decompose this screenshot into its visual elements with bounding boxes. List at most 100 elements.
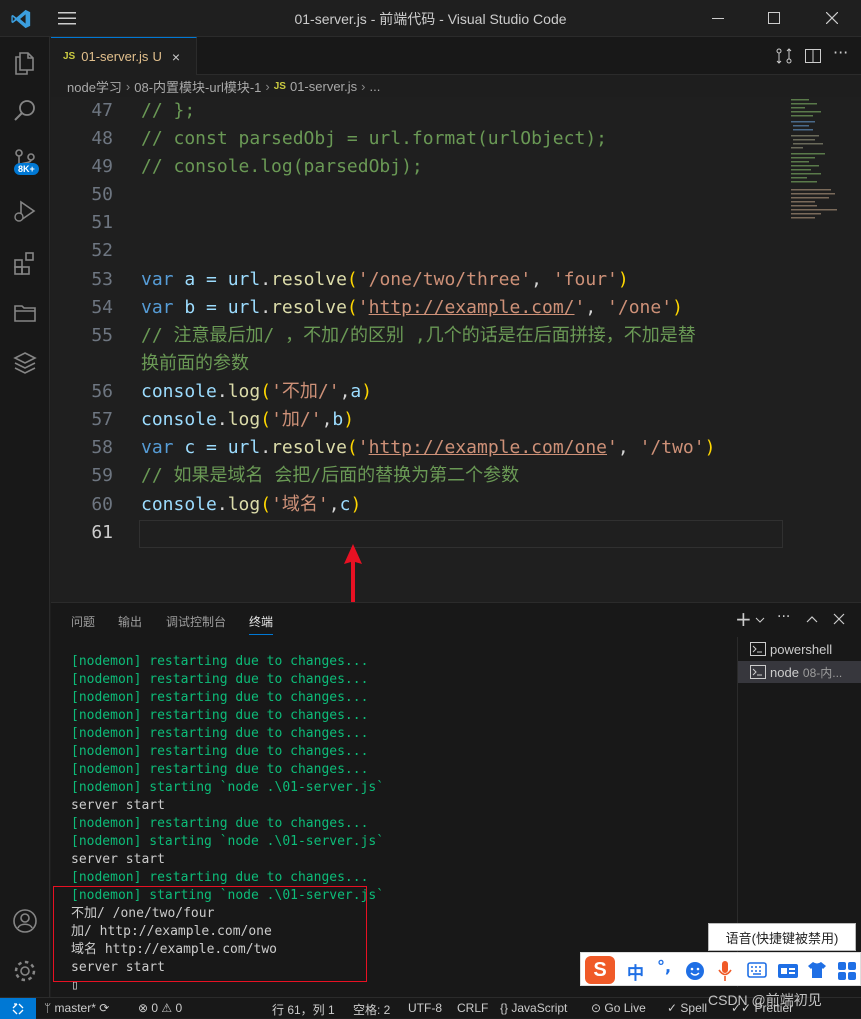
apps-grid-icon[interactable] [837,961,857,981]
emoji-icon[interactable] [685,961,705,981]
code-text: // }; [141,100,196,121]
token: log [227,381,261,402]
tab-debug-console[interactable]: 调试控制台 [166,613,226,630]
run-debug-button[interactable] [0,187,50,235]
token: log [227,409,261,430]
sync-icon: ⟳ [95,1001,110,1015]
token: . [260,297,272,318]
more-actions-icon[interactable]: ··· [777,609,790,625]
remote-button[interactable] [0,998,36,1019]
token: , [617,437,640,458]
close-window-button[interactable] [809,4,855,32]
toolbox-icon[interactable] [777,961,799,979]
project-manager-button[interactable] [0,289,50,337]
line-number: 49 [91,156,113,177]
tab-01-server-js[interactable]: JS 01-server.js U × [51,37,197,75]
problems-button[interactable]: ⊗ 0 ⚠ 0 [138,1001,182,1015]
indentation[interactable]: 空格: 2 [353,1001,390,1018]
link-token[interactable]: http://example.com/one [369,437,607,458]
token: b = [173,297,228,318]
encoding[interactable]: UTF-8 [408,1001,442,1015]
explorer-button[interactable] [0,39,50,87]
minimap[interactable] [789,97,844,227]
source-control-button[interactable]: 8K+ [0,137,50,185]
token: ) [350,494,362,515]
code-editor[interactable]: 47 // }; 48 // const parsedObj = url.forma… [51,97,861,602]
terminal-name: node [770,664,799,680]
minimize-button[interactable] [695,4,741,32]
close-panel-icon[interactable] [833,613,845,625]
chevron-right-icon: › [265,78,270,94]
line-number: 53 [91,269,113,290]
panel-tabs: 问题 输出 调试控制台 终端 + ··· [51,603,861,637]
tab-problems[interactable]: 问题 [71,613,95,630]
maximize-button[interactable] [751,4,797,32]
split-editor-icon[interactable] [804,47,822,65]
sogou-logo-icon[interactable]: S [585,956,615,984]
token: . [260,437,272,458]
token: a = [173,269,228,290]
breadcrumb-item[interactable]: 01-server.js [290,79,357,94]
token: c [339,494,351,515]
chevron-down-icon[interactable] [755,616,765,624]
line-number: 59 [91,465,113,486]
terminal-item-powershell[interactable]: powershell [738,638,861,660]
tab-close-icon[interactable]: × [172,49,180,65]
terminal-line: [nodemon] restarting due to changes... [71,744,369,759]
ime-punctuation-toggle[interactable]: °, [657,957,671,976]
search-button[interactable] [0,87,50,135]
current-line-highlight [139,520,783,548]
skin-shirt-icon[interactable] [807,961,827,979]
keyboard-icon[interactable] [747,962,767,978]
layers-button[interactable] [0,339,50,387]
token: b [332,409,344,430]
token: resolve [271,437,347,458]
token: '加/' [271,409,322,430]
js-file-icon: JS [63,51,76,62]
go-live-button[interactable]: ⊙ Go Live [591,1001,646,1015]
accounts-button[interactable] [0,897,50,945]
extensions-icon [14,252,34,275]
ime-language-toggle[interactable]: 中 [627,959,644,984]
manage-button[interactable] [0,947,50,995]
git-branch-button[interactable]: ᛘ master* ⟳ [44,1001,109,1015]
terminal-icon [750,665,766,679]
more-actions-icon[interactable]: ··· [833,43,848,62]
terminal-line: server start [71,852,165,867]
account-icon [13,909,37,933]
code-text: console.log('域名',c) [141,491,361,519]
terminal-line: [nodemon] restarting due to changes... [71,726,369,741]
close-icon [826,12,838,24]
new-terminal-icon[interactable]: + [735,607,752,631]
line-number: 57 [91,409,113,430]
go-live-label: Go Live [604,1001,646,1015]
watermark: CSDN @前端初见 [708,992,822,1008]
token: url [227,269,261,290]
line-number: 50 [91,184,113,205]
breadcrumb-item[interactable]: ... [370,79,381,94]
breadcrumb-item[interactable]: 08-内置模块-url模块-1 [134,77,261,96]
compare-changes-icon[interactable] [775,47,793,65]
extensions-button[interactable] [0,239,50,287]
code-text: 换前面的参数 [141,353,249,374]
token: console [141,494,217,515]
line-ending[interactable]: CRLF [457,1001,488,1015]
token: ' [607,437,618,458]
line-number: 56 [91,381,113,402]
search-icon [14,100,35,121]
terminal-item-node[interactable]: node 08-内... [738,661,861,683]
token: ' [357,437,369,458]
cursor-position[interactable]: 行 61，列 1 [272,1001,335,1018]
terminal-line: [nodemon] restarting due to changes... [71,708,369,723]
chevron-up-icon[interactable] [806,614,818,624]
link-token[interactable]: http://example.com/ [369,297,575,318]
tab-terminal[interactable]: 终端 [249,613,274,635]
tab-output[interactable]: 输出 [118,613,142,630]
token: '/one/two/three' [357,269,532,290]
microphone-icon[interactable] [715,959,735,983]
code-text: var a = url.resolve('/one/two/three', 'f… [141,266,629,294]
braces-icon: {} [500,1001,512,1015]
spell-button[interactable]: ✓ Spell [667,1001,707,1015]
language-mode[interactable]: {} JavaScript [500,1001,567,1015]
breadcrumb-item[interactable]: node学习 [67,77,122,96]
